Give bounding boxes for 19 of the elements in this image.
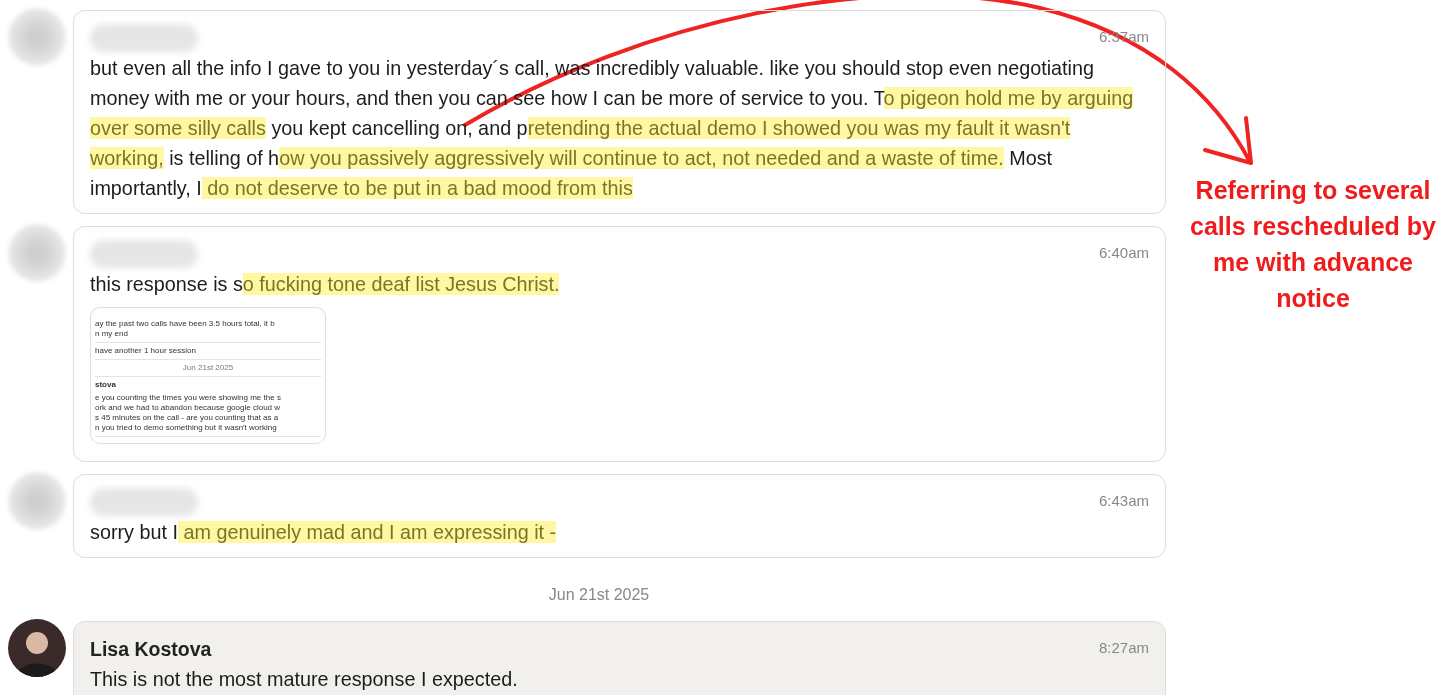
thumbnail-text: n you tried to demo something but it wasn't working bbox=[95, 423, 277, 433]
thumbnail-text: Jun 21st 2025 bbox=[182, 363, 234, 373]
thumbnail-text: ork and we had to abandon because google cloud w bbox=[95, 403, 281, 413]
message-text: This is not the most mature response I expected. bbox=[90, 667, 519, 692]
thumbnail-text: have another 1 hour session bbox=[95, 346, 196, 356]
message-text: sorry but I am genuinely mad and I am expressing it - bbox=[90, 520, 558, 545]
message-time: 8:27am bbox=[1098, 638, 1149, 656]
date-divider: Jun 21st 2025 bbox=[548, 586, 650, 604]
screenshot-thumbnail[interactable] bbox=[90, 307, 326, 444]
thumbnail-text: ay the past two calls have been 3.5 hours total, it b bbox=[95, 319, 275, 329]
thumbnail-text: stova bbox=[95, 380, 116, 390]
message-time: 6:43am bbox=[1098, 491, 1149, 509]
message-time: 6:40am bbox=[1098, 243, 1149, 261]
message-text: this response is so fucking tone deaf list Jesus Christ. bbox=[90, 272, 561, 297]
thumbnail-text: e you counting the times you were showing me the s bbox=[95, 393, 281, 403]
thumbnail-text: n my end bbox=[95, 329, 128, 339]
annotation-text: Referring to several calls rescheduled by me with advance notice bbox=[1189, 175, 1437, 314]
author-name: Lisa Kostova bbox=[90, 637, 212, 661]
thumbnail-text: s 45 minutes on the call - are you counting that as a bbox=[95, 413, 279, 423]
